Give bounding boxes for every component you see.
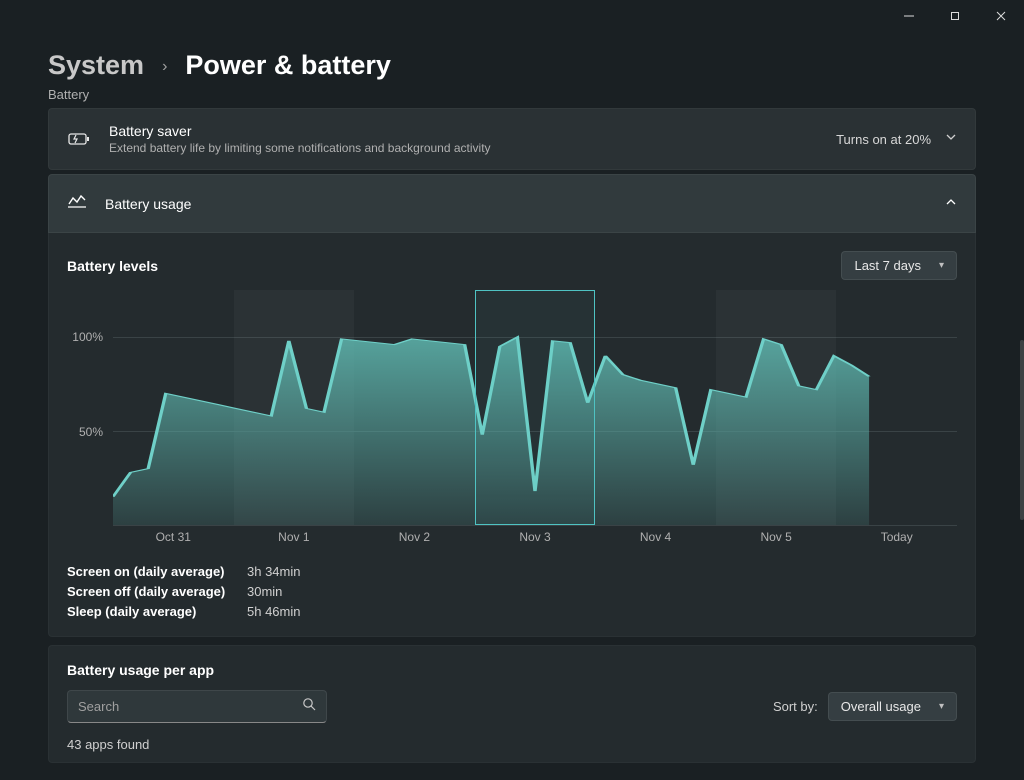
section-label-battery: Battery [48,87,976,102]
chevron-up-icon [945,195,957,213]
chevron-right-icon: › [162,58,167,76]
sort-by-value: Overall usage [841,699,921,714]
stat-value: 5h 46min [247,604,300,619]
y-tick-label: 100% [72,330,103,344]
stat-row: Sleep (daily average) 5h 46min [67,604,957,619]
battery-saver-row[interactable]: Battery saver Extend battery life by lim… [48,108,976,170]
x-tick-label: Today [881,530,913,544]
stat-row: Screen on (daily average) 3h 34min [67,564,957,579]
x-tick-label: Nov 1 [278,530,309,544]
battery-saver-icon [67,127,91,151]
battery-usage-title: Battery usage [105,196,945,212]
apps-found-count: 43 apps found [67,737,957,752]
x-tick-label: Oct 31 [156,530,191,544]
battery-saver-value: Turns on at 20% [836,132,931,147]
time-range-dropdown[interactable]: Last 7 days ▾ [841,251,957,280]
stat-label: Screen off (daily average) [67,584,227,599]
y-tick-label: 50% [79,425,103,439]
battery-usage-header[interactable]: Battery usage [48,174,976,233]
sort-by-label: Sort by: [773,699,818,714]
chevron-down-icon [945,130,957,148]
per-app-title: Battery usage per app [67,662,957,678]
stat-label: Sleep (daily average) [67,604,227,619]
sort-by-dropdown[interactable]: Overall usage ▾ [828,692,957,721]
close-button[interactable] [978,0,1024,32]
page-title: Power & battery [185,50,391,81]
x-tick-label: Nov 4 [640,530,671,544]
chevron-down-icon: ▾ [939,260,944,271]
battery-saver-title: Battery saver [109,123,836,139]
battery-level-chart[interactable]: 50% 100% Oct 31 Nov 1 Nov 2 Nov 3 Nov 4 Nov 5 T… [67,290,957,550]
search-input[interactable] [78,699,302,714]
per-app-search[interactable] [67,690,327,723]
stat-label: Screen on (daily average) [67,564,227,579]
breadcrumb-parent[interactable]: System [48,50,144,81]
battery-usage-body: Battery levels Last 7 days ▾ 50% 100% [48,233,976,637]
minimize-button[interactable] [886,0,932,32]
stat-value: 3h 34min [247,564,300,579]
search-icon [302,697,316,716]
stat-row: Screen off (daily average) 30min [67,584,957,599]
selected-day-highlight[interactable] [475,290,596,525]
time-range-value: Last 7 days [854,258,921,273]
chevron-down-icon: ▾ [939,701,944,712]
stat-value: 30min [247,584,282,599]
chart-line-icon [67,193,87,214]
battery-levels-title: Battery levels [67,258,158,274]
x-tick-label: Nov 5 [760,530,791,544]
battery-saver-desc: Extend battery life by limiting some not… [109,141,836,155]
x-tick-label: Nov 2 [399,530,430,544]
maximize-button[interactable] [932,0,978,32]
breadcrumb: System › Power & battery [48,50,976,81]
x-tick-label: Nov 3 [519,530,550,544]
usage-stats: Screen on (daily average)3h 34minScreen … [67,564,957,619]
battery-usage-per-app: Battery usage per app Sort by: Overall u… [48,645,976,763]
